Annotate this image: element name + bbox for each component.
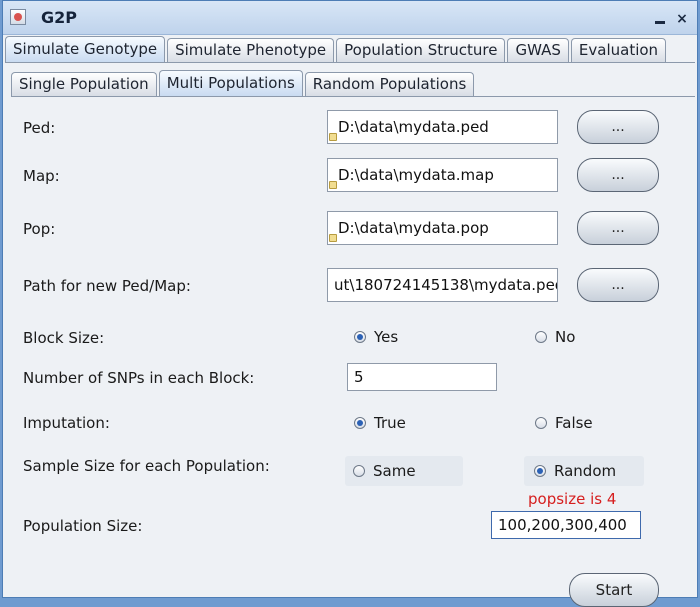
window-title: G2P: [41, 8, 77, 27]
block-size-label: Block Size:: [23, 329, 105, 347]
imputation-label: Imputation:: [23, 414, 110, 432]
sample-size-label: Sample Size for each Population:: [23, 457, 270, 475]
imputation-true-radio[interactable]: True: [354, 412, 406, 434]
close-icon[interactable]: ×: [675, 12, 689, 26]
sample-size-random-radio[interactable]: Random: [534, 460, 616, 482]
ped-path-field[interactable]: D:\data\mydata.ped: [327, 110, 558, 144]
java-app-icon: [10, 9, 26, 25]
main-tab-bar: Simulate Genotype Simulate Phenotype Pop…: [5, 36, 668, 62]
tab-single-population[interactable]: Single Population: [11, 72, 157, 96]
imputation-true-label: True: [374, 414, 406, 432]
radio-selected-icon: [354, 331, 366, 343]
tab-random-populations[interactable]: Random Populations: [304, 72, 475, 96]
multi-populations-panel: Ped: D:\data\mydata.ped ... Map: D:\data…: [11, 97, 695, 607]
population-size-label: Population Size:: [23, 517, 143, 535]
block-size-no-label: No: [555, 328, 576, 346]
map-label: Map:: [23, 167, 60, 185]
ped-label: Ped:: [23, 119, 56, 137]
new-path-field[interactable]: ut\180724145138\mydata.ped: [327, 268, 558, 302]
population-size-input[interactable]: 100,200,300,400: [491, 511, 641, 539]
radio-unselected-icon: [535, 331, 547, 343]
block-size-yes-radio[interactable]: Yes: [354, 326, 398, 348]
tab-simulate-genotype[interactable]: Simulate Genotype: [5, 36, 166, 62]
new-path-browse-button[interactable]: ...: [577, 268, 659, 302]
tab-simulate-phenotype[interactable]: Simulate Phenotype: [167, 38, 335, 62]
sample-size-random-label: Random: [554, 462, 617, 480]
sample-size-same-label: Same: [373, 462, 416, 480]
sample-size-same-radio[interactable]: Same: [353, 460, 416, 482]
pop-label: Pop:: [23, 220, 56, 238]
map-browse-button[interactable]: ...: [577, 158, 659, 192]
popsize-note: popsize is 4: [528, 490, 617, 508]
block-size-yes-label: Yes: [374, 328, 399, 346]
radio-unselected-icon: [535, 417, 547, 429]
snps-per-block-input[interactable]: 5: [347, 363, 497, 391]
tab-population-structure[interactable]: Population Structure: [336, 38, 506, 62]
minimize-icon[interactable]: [653, 12, 667, 26]
tab-evaluation[interactable]: Evaluation: [570, 38, 667, 62]
radio-unselected-icon: [353, 465, 365, 477]
map-path-field[interactable]: D:\data\mydata.map: [327, 158, 558, 192]
radio-selected-icon: [354, 417, 366, 429]
tab-divider: [5, 62, 695, 63]
main-window: G2P × Simulate Genotype Simulate Phenoty…: [2, 0, 698, 607]
tab-multi-populations[interactable]: Multi Populations: [158, 70, 303, 96]
tab-gwas[interactable]: GWAS: [507, 38, 569, 62]
title-bar[interactable]: G2P ×: [3, 1, 697, 35]
radio-selected-icon: [534, 465, 546, 477]
snps-per-block-label: Number of SNPs in each Block:: [23, 369, 255, 387]
imputation-false-radio[interactable]: False: [535, 412, 593, 434]
block-size-no-radio[interactable]: No: [535, 326, 575, 348]
new-path-label: Path for new Ped/Map:: [23, 277, 191, 295]
start-button[interactable]: Start: [569, 573, 659, 607]
sub-tab-bar: Single Population Multi Populations Rand…: [11, 70, 476, 96]
imputation-false-label: False: [555, 414, 593, 432]
pop-path-field[interactable]: D:\data\mydata.pop: [327, 211, 558, 245]
pop-browse-button[interactable]: ...: [577, 211, 659, 245]
ped-browse-button[interactable]: ...: [577, 110, 659, 144]
